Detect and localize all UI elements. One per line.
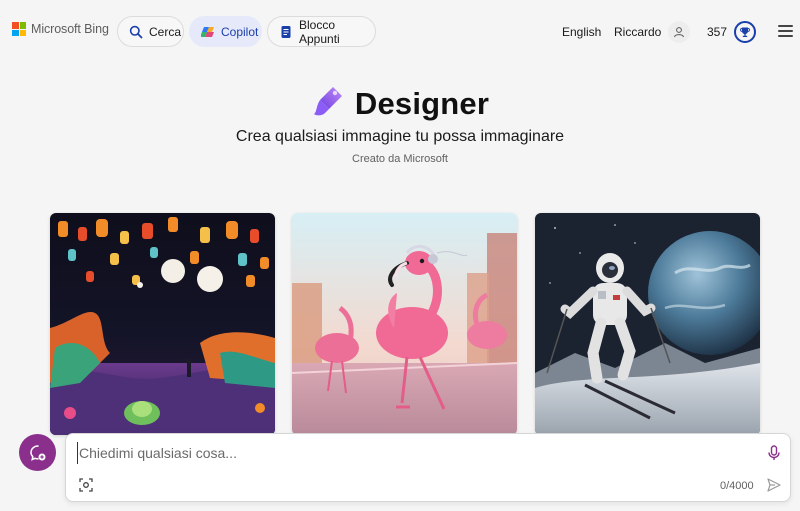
microsoft-logo-icon	[12, 22, 26, 36]
new-topic-button[interactable]	[19, 434, 56, 471]
nav-notebook-label: Blocco Appunti	[299, 17, 340, 46]
logo-text: Microsoft Bing	[31, 22, 109, 36]
nav-search-label: Cerca	[149, 24, 182, 39]
language-switch[interactable]: English	[562, 16, 601, 47]
gallery-card-lanterns[interactable]	[50, 213, 275, 435]
designer-heading: Designer	[0, 84, 800, 123]
astronaut-skiing-image	[535, 213, 760, 435]
top-bar: Microsoft Bing Cerca Copilot Blocco Appu…	[0, 0, 800, 62]
nav-copilot-label: Copilot	[221, 24, 259, 39]
user-profile[interactable]: Riccardo	[614, 16, 691, 47]
page-title: Designer	[354, 85, 490, 121]
hamburger-icon[interactable]	[778, 25, 793, 37]
trophy-icon	[734, 20, 757, 43]
user-avatar-icon	[668, 20, 691, 43]
nav-search-button[interactable]: Cerca	[117, 16, 184, 47]
send-icon[interactable]	[767, 478, 781, 492]
nav-copilot-button[interactable]: Copilot	[189, 16, 262, 47]
bing-logo[interactable]: Microsoft Bing	[12, 22, 109, 36]
credit-text: Creato da Microsoft	[352, 153, 448, 165]
microphone-icon[interactable]	[767, 445, 781, 461]
user-name: Riccardo	[614, 24, 662, 39]
nav-notebook-button[interactable]: Blocco Appunti	[267, 16, 376, 47]
gallery-card-astronaut[interactable]	[535, 213, 760, 435]
lantern-forest-image	[50, 213, 275, 435]
search-icon	[129, 25, 143, 39]
chat-new-topic-icon	[29, 444, 45, 461]
chat-input[interactable]	[77, 442, 757, 464]
flamingo-headphones-image	[292, 213, 517, 435]
copilot-icon	[200, 25, 215, 39]
visual-search-icon[interactable]	[79, 478, 93, 492]
gallery-card-flamingo[interactable]	[292, 213, 517, 435]
designer-brush-icon	[311, 84, 345, 123]
page-subtitle: Crea qualsiasi immagine tu possa immagin…	[235, 128, 565, 145]
character-counter: 0/4000	[720, 480, 754, 492]
chat-composer: 0/4000	[65, 433, 791, 502]
rewards-points[interactable]: 357	[707, 16, 757, 47]
points-count: 357	[707, 24, 728, 39]
notebook-icon	[279, 25, 293, 39]
